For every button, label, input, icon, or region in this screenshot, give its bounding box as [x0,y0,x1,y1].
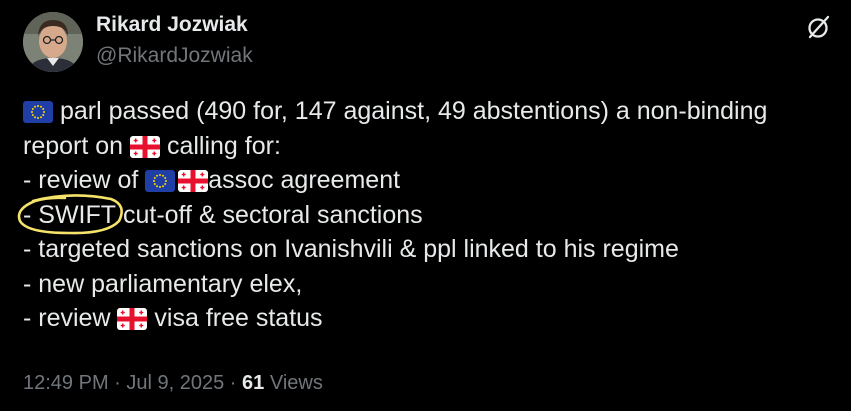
author-handle[interactable]: @RikardJozwiak [96,43,253,69]
eu-flag-icon [145,170,176,192]
tweet-text-segment: - review [23,304,118,332]
tweet-line: - targeted sanctions on Ivanishvili & pp… [23,235,679,263]
tweet-text-segment: - SWIFT [23,200,117,229]
tweet-line: - review of assoc agreement [23,163,833,198]
tweet-line: parl passed (490 for, 147 against, 49 ab… [23,94,833,129]
tweet-text: parl passed (490 for, 147 against, 49 ab… [17,94,833,336]
grok-icon[interactable] [806,14,832,40]
avatar[interactable] [23,12,83,72]
tweet-text-segment: assoc agreement [208,166,401,194]
tweet-time[interactable]: 12:49 PM [23,372,109,394]
tweet-text-segment: parl passed (490 for, 147 against, 49 ab… [53,97,768,125]
georgia-flag-icon [178,170,209,192]
tweet-text-segment: report on [23,131,131,160]
georgia-flag-icon [117,308,148,330]
author-name[interactable]: Rikard Jozwiak [96,12,248,38]
tweet-text-segment: visa free status [147,304,323,332]
separator-dot: · [108,372,127,394]
tweet-line: - SWIFT cut-off & sectoral sanctions [17,193,833,234]
tweet-text-segment: cut-off & sectoral sanctions [116,200,423,229]
tweet-text-segment: calling for: [160,131,281,160]
georgia-flag-icon [130,135,161,158]
swift-highlight: - SWIFT [17,193,123,234]
tweet-line: - review visa free status [23,301,833,336]
tweet-meta: 12:49 PM · Jul 9, 2025 · 61 Views [23,370,323,396]
tweet-text-segment: - review of [23,166,146,194]
eu-flag-icon [23,101,53,123]
separator-dot: · [224,372,243,394]
views-label: Views [264,372,323,394]
tweet-line: - new parliamentary elex, [23,269,303,298]
profile-photo-icon [23,12,83,72]
tweet-date[interactable]: Jul 9, 2025 [126,372,224,394]
tweet-line: report on calling for: [23,129,833,164]
views-count[interactable]: 61 [242,372,264,394]
